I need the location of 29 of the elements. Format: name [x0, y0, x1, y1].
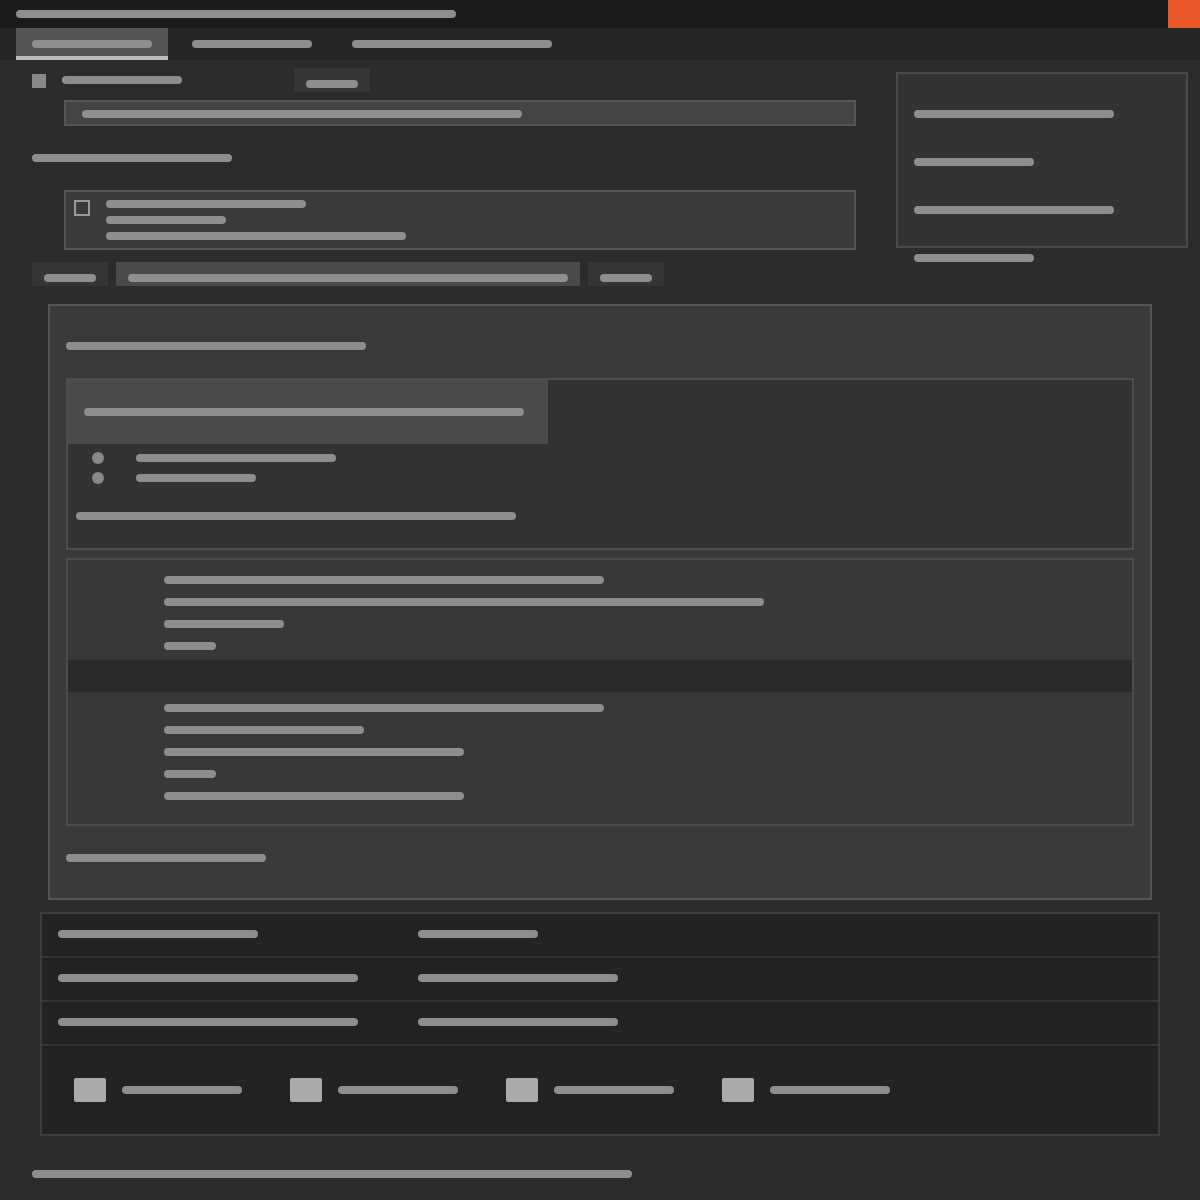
blurred-text [164, 641, 216, 649]
file-icon [722, 1078, 754, 1102]
blurred-text [914, 253, 1034, 262]
search-field[interactable] [64, 100, 856, 126]
bullet-icon [92, 472, 104, 484]
blurred-text [136, 474, 256, 482]
blurred-text [418, 930, 538, 939]
file-icon [506, 1078, 538, 1102]
grid-icon [32, 73, 46, 87]
blurred-text [122, 1086, 242, 1094]
tab[interactable] [32, 262, 108, 286]
blurred-text [770, 1086, 890, 1094]
alert-badge [1168, 0, 1200, 28]
tab[interactable] [588, 262, 664, 286]
blurred-text [554, 1086, 674, 1094]
tab[interactable] [116, 262, 580, 286]
checkbox[interactable] [74, 200, 90, 216]
tab[interactable] [16, 28, 168, 60]
blurred-text [164, 769, 216, 777]
blurred-text [914, 157, 1034, 166]
blurred-text [338, 1086, 458, 1094]
blurred-text [106, 216, 226, 224]
small-button[interactable] [294, 68, 370, 92]
file-icon [290, 1078, 322, 1102]
blurred-text [164, 619, 284, 627]
bullet-icon [92, 452, 104, 464]
blurred-text [62, 76, 182, 84]
selected-row[interactable] [68, 380, 548, 444]
file-icon [74, 1078, 106, 1102]
